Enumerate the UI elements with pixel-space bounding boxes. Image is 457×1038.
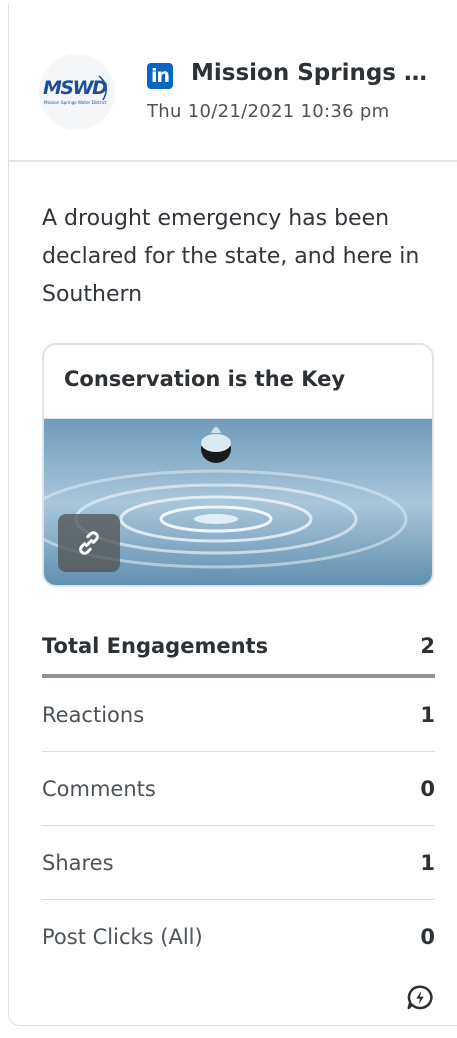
link-preview-card[interactable]: Conservation is the Key [42, 343, 434, 587]
total-engagements-label: Total Engagements [42, 634, 269, 658]
svg-text:Mission Springs Water District: Mission Springs Water District [44, 100, 107, 105]
shares-value: 1 [420, 850, 435, 875]
reactions-row: Reactions 1 [42, 678, 435, 752]
comments-label: Comments [42, 776, 156, 801]
linkedin-icon: in [147, 63, 173, 89]
mswd-logo: MSWD Mission Springs Water District [43, 75, 109, 105]
lightning-chat-icon[interactable] [405, 983, 435, 1013]
link-image[interactable] [44, 419, 432, 585]
shares-row: Shares 1 [42, 826, 435, 900]
avatar[interactable]: MSWD Mission Springs Water District [39, 54, 115, 130]
engagement-stats: Total Engagements 2 Reactions 1 Comments… [42, 618, 435, 974]
total-engagements-value: 2 [420, 634, 435, 658]
svg-text:MSWD: MSWD [43, 77, 107, 99]
link-title[interactable]: Conservation is the Key [44, 345, 432, 419]
chain-link-icon [79, 531, 99, 555]
post-clicks-row: Post Clicks (All) 0 [42, 900, 435, 974]
reactions-value: 1 [420, 702, 435, 727]
post-clicks-label: Post Clicks (All) [42, 925, 203, 949]
reactions-label: Reactions [42, 702, 145, 727]
post-text: A drought emergency has been declared fo… [42, 206, 420, 307]
total-engagements-row: Total Engagements 2 [42, 618, 435, 678]
author-name[interactable]: Mission Springs Water District [191, 60, 441, 86]
post-card: MSWD Mission Springs Water District in M… [8, 4, 457, 1026]
comments-row: Comments 0 [42, 752, 435, 826]
post-header: MSWD Mission Springs Water District in M… [9, 16, 457, 162]
comments-value: 0 [420, 776, 435, 801]
post-clicks-value: 0 [420, 925, 435, 949]
shares-label: Shares [42, 850, 114, 875]
link-icon[interactable] [58, 514, 120, 572]
post-timestamp: Thu 10/21/2021 10:36 pm [147, 101, 390, 122]
